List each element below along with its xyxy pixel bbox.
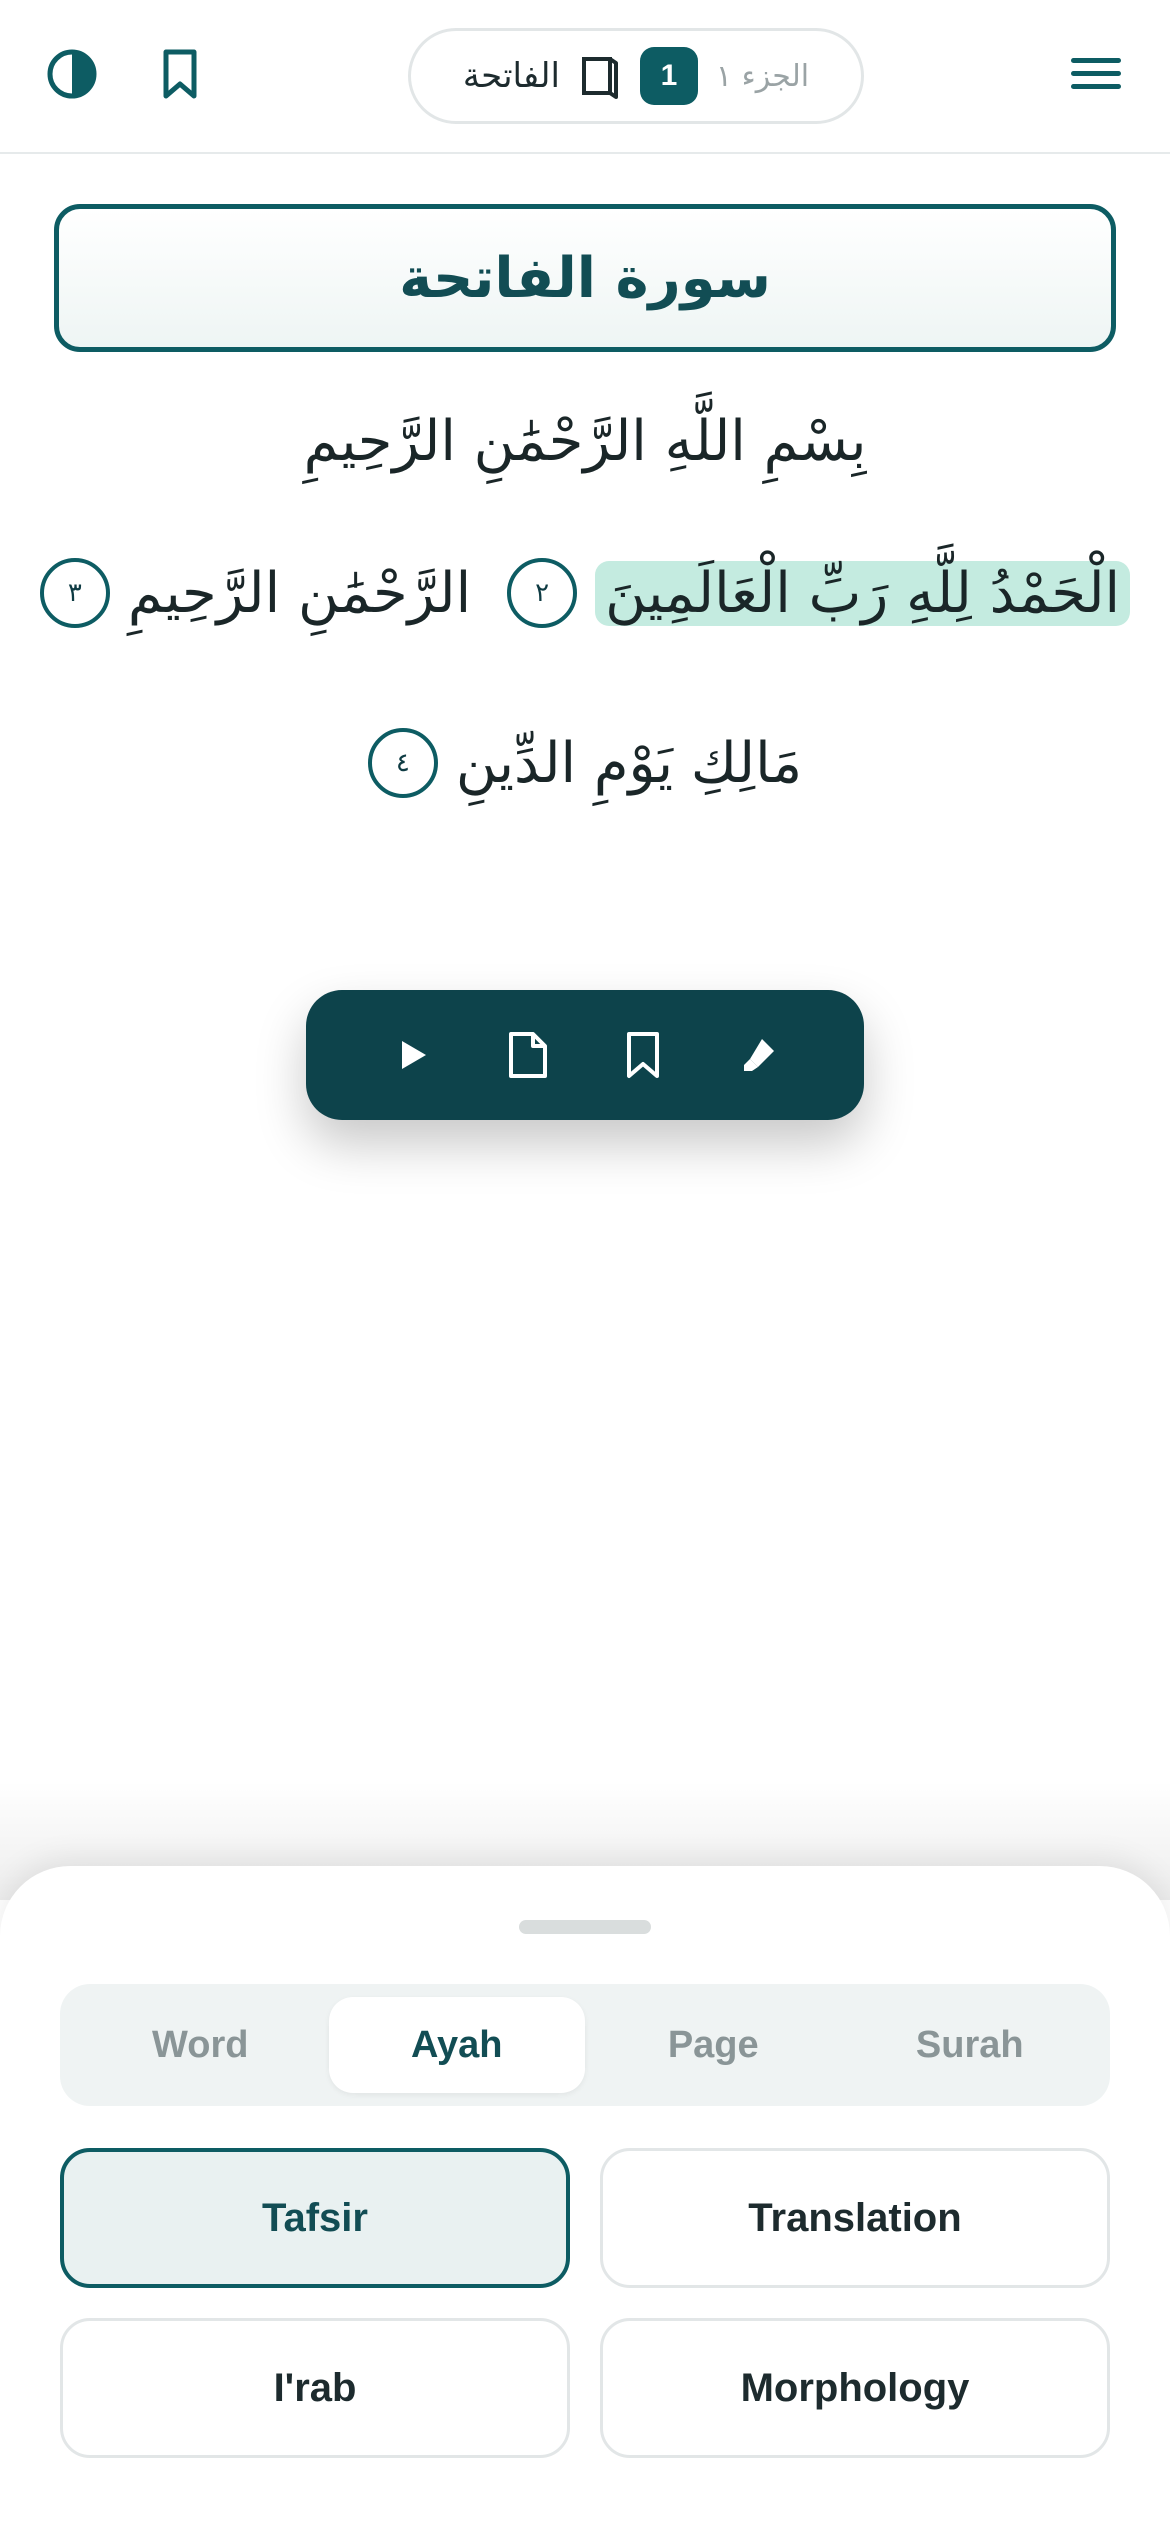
- ayah-3-text[interactable]: الرَّحْمَٰنِ الرَّحِيمِ: [128, 561, 471, 626]
- tafsir-button[interactable]: Tafsir: [60, 2148, 570, 2288]
- ayah-3-number[interactable]: ٣: [39, 558, 110, 628]
- ayah-2-number[interactable]: ٢: [507, 558, 578, 628]
- basmala-line: بِسْمِ اللَّهِ الرَّحْمَٰنِ الرَّحِيمِ: [60, 396, 1110, 486]
- top-bar: الفاتحة 1 الجزء ١: [0, 0, 1170, 154]
- tab-ayah[interactable]: Ayah: [328, 1997, 585, 2093]
- ayah-line-2: مَالِكِ يَوْمِ الدِّينِ ٤: [60, 718, 1110, 808]
- pill-surah-name: الفاتحة: [462, 56, 560, 96]
- irab-button[interactable]: I'rab: [60, 2318, 570, 2458]
- page-number-badge: 1: [639, 47, 698, 105]
- morphology-button[interactable]: Morphology: [600, 2318, 1110, 2458]
- surah-location-pill[interactable]: الفاتحة 1 الجزء ١: [408, 28, 864, 124]
- ayah-2-text[interactable]: الْحَمْدُ لِلَّهِ رَبِّ الْعَالَمِينَ: [595, 560, 1131, 626]
- translation-button[interactable]: Translation: [600, 2148, 1110, 2288]
- ayah-4-number[interactable]: ٤: [367, 728, 438, 798]
- theme-toggle-icon[interactable]: [42, 44, 102, 104]
- document-icon[interactable]: [492, 1020, 562, 1090]
- surah-title: سورة الفاتحة: [399, 245, 771, 311]
- tab-page[interactable]: Page: [585, 1997, 842, 2093]
- tab-word[interactable]: Word: [72, 1997, 329, 2093]
- bookmark-icon[interactable]: [150, 44, 210, 104]
- juz-label: الجزء ١: [715, 58, 810, 94]
- basmala: بِسْمِ اللَّهِ الرَّحْمَٰنِ الرَّحِيمِ: [303, 408, 867, 474]
- book-icon: [578, 53, 622, 99]
- bookmark-icon[interactable]: [608, 1020, 678, 1090]
- ayah-4-text[interactable]: مَالِكِ يَوْمِ الدِّينِ: [456, 731, 802, 796]
- surah-title-banner: سورة الفاتحة: [54, 204, 1116, 352]
- ayah-line-1: الْحَمْدُ لِلَّهِ رَبِّ الْعَالَمِينَ ٢ …: [39, 548, 1131, 638]
- bottom-sheet: Word Ayah Page Surah Tafsir Translation …: [0, 1866, 1170, 2532]
- sheet-drag-handle[interactable]: [519, 1920, 651, 1934]
- tab-surah[interactable]: Surah: [842, 1997, 1099, 2093]
- scope-segmented-control: Word Ayah Page Surah: [60, 1984, 1110, 2106]
- ayah-action-toolbar: [306, 990, 864, 1120]
- highlighter-icon[interactable]: [723, 1020, 793, 1090]
- play-icon[interactable]: [377, 1020, 447, 1090]
- menu-icon[interactable]: [1066, 44, 1126, 104]
